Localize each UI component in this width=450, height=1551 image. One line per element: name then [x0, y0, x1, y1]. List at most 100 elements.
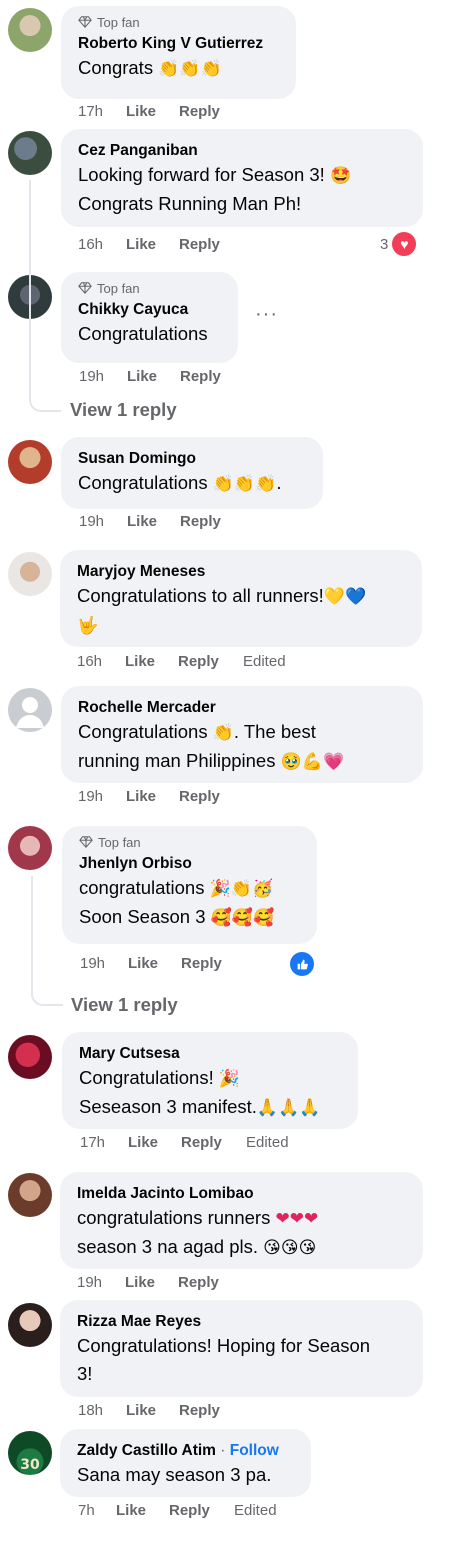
- timestamp[interactable]: 7h: [78, 1502, 116, 1519]
- like-reaction-icon[interactable]: [288, 950, 316, 978]
- reply-button[interactable]: Reply: [180, 513, 245, 530]
- like-button[interactable]: Like: [125, 653, 178, 670]
- timestamp[interactable]: 17h: [78, 103, 126, 120]
- like-button[interactable]: Like: [126, 103, 179, 120]
- party-emoji: 🎉👏🥳: [209, 879, 274, 899]
- reply-button[interactable]: Reply: [178, 1274, 243, 1291]
- avatar[interactable]: [8, 826, 52, 870]
- reply-button[interactable]: Reply: [179, 1402, 244, 1419]
- comment-actions: 16h Like Reply: [78, 236, 244, 253]
- like-button[interactable]: Like: [126, 788, 179, 805]
- comment-actions: 7h Like Reply Edited: [78, 1502, 277, 1519]
- comment-author[interactable]: Imelda Jacinto Lomibao: [77, 1184, 407, 1204]
- comment-actions: 19h Like Reply: [80, 955, 246, 972]
- reply-button[interactable]: Reply: [179, 788, 244, 805]
- comment-author[interactable]: Rochelle Mercader: [78, 698, 407, 718]
- comment-author[interactable]: Maryjoy Meneses: [77, 562, 406, 582]
- svg-text:30: 30: [20, 1457, 40, 1473]
- comment-author[interactable]: Cez Panganiban: [78, 141, 407, 161]
- love-you-gesture-emoji: 🤟: [77, 616, 99, 636]
- reply-button[interactable]: Reply: [180, 368, 245, 385]
- comment-author[interactable]: Jhenlyn Orbiso: [79, 854, 301, 874]
- avatar[interactable]: [8, 8, 52, 52]
- avatar[interactable]: [8, 1173, 52, 1217]
- top-fan-badge: Top fan: [78, 279, 222, 297]
- timestamp[interactable]: 19h: [78, 788, 126, 805]
- comment-bubble: Mary Cutsesa Congratulations! 🎉 Seseason…: [62, 1032, 358, 1129]
- like-button[interactable]: Like: [127, 513, 180, 530]
- comment-bubble: Zaldy Castillo Atim · Follow Sana may se…: [60, 1429, 311, 1497]
- reply-button[interactable]: Reply: [181, 1134, 246, 1151]
- timestamp[interactable]: 19h: [80, 955, 128, 972]
- thread-line: [31, 876, 33, 996]
- timestamp[interactable]: 16h: [78, 236, 126, 253]
- edited-label[interactable]: Edited: [246, 1134, 289, 1151]
- avatar[interactable]: [8, 1303, 52, 1347]
- comment-author[interactable]: Zaldy Castillo Atim: [77, 1442, 216, 1459]
- reply-button[interactable]: Reply: [178, 653, 243, 670]
- view-replies-link[interactable]: View 1 reply: [71, 994, 178, 1016]
- comment-author[interactable]: Mary Cutsesa: [79, 1044, 342, 1064]
- pray-emoji: 🙏🙏🙏: [256, 1098, 321, 1118]
- follow-button[interactable]: Follow: [230, 1442, 279, 1459]
- edited-label[interactable]: Edited: [243, 653, 286, 670]
- comment-actions: 16h Like Reply Edited: [77, 653, 286, 670]
- pleading-face-emoji: 🥹💪💗: [280, 752, 345, 772]
- view-replies-link[interactable]: View 1 reply: [70, 399, 177, 421]
- comment-text: Congratulations to all runners!💛💙 🤟: [77, 585, 367, 636]
- comment-actions: 19h Like Reply: [78, 788, 244, 805]
- reply-button[interactable]: Reply: [179, 103, 244, 120]
- diamond-icon: [78, 16, 92, 29]
- timestamp[interactable]: 16h: [77, 653, 125, 670]
- comment-bubble: Top fan Chikky Cayuca Congratulations: [61, 272, 238, 363]
- reaction-summary[interactable]: 3 ♥: [380, 230, 419, 258]
- comment-text: Congrats 👏👏👏: [78, 57, 222, 79]
- comment-author[interactable]: Rizza Mae Reyes: [77, 1312, 407, 1332]
- comment-author[interactable]: Roberto King V Gutierrez: [78, 34, 280, 54]
- comment-text: Congratulations! Hoping for Season 3!: [77, 1335, 371, 1384]
- reply-button[interactable]: Reply: [181, 955, 246, 972]
- comment-author[interactable]: Susan Domingo: [78, 449, 307, 469]
- comment-text: Congratulations 👏. The best running man …: [78, 721, 345, 772]
- comment-author[interactable]: Chikky Cayuca: [78, 300, 222, 320]
- smiling-hearts-emoji: 🥰🥰🥰: [210, 908, 275, 928]
- timestamp[interactable]: 19h: [77, 1274, 125, 1291]
- heart-emoji: 💛💙: [323, 587, 367, 607]
- comment-text: congratulations runners ❤❤❤ season 3 na …: [77, 1207, 319, 1258]
- comment-actions: 17h Like Reply Edited: [80, 1134, 289, 1151]
- comment-bubble: Imelda Jacinto Lomibao congratulations r…: [60, 1172, 423, 1269]
- comment-actions: 19h Like Reply: [79, 513, 245, 530]
- avatar[interactable]: [8, 131, 52, 175]
- like-button[interactable]: Like: [128, 1134, 181, 1151]
- reply-button[interactable]: Reply: [169, 1502, 234, 1519]
- like-button[interactable]: Like: [128, 955, 181, 972]
- comment-bubble: Maryjoy Meneses Congratulations to all r…: [60, 550, 422, 647]
- thread-line: [29, 260, 31, 400]
- like-button[interactable]: Like: [116, 1502, 169, 1519]
- comment-actions: 19h Like Reply: [77, 1274, 243, 1291]
- edited-label[interactable]: Edited: [234, 1502, 277, 1519]
- avatar[interactable]: [8, 552, 52, 596]
- timestamp[interactable]: 19h: [79, 368, 127, 385]
- jersey-30-avatar: 30: [20, 1457, 40, 1473]
- timestamp[interactable]: 17h: [80, 1134, 128, 1151]
- avatar[interactable]: [8, 1035, 52, 1079]
- avatar[interactable]: [8, 688, 52, 732]
- like-button[interactable]: Like: [126, 236, 179, 253]
- red-heart-emoji: ❤❤❤: [275, 1209, 319, 1229]
- like-button[interactable]: Like: [127, 368, 180, 385]
- heart-icon: ♥: [390, 230, 419, 258]
- top-fan-badge: Top fan: [79, 833, 301, 851]
- comment-actions: 18h Like Reply: [78, 1402, 244, 1419]
- clap-emoji: 👏👏👏.: [212, 474, 282, 494]
- timestamp[interactable]: 18h: [78, 1402, 126, 1419]
- like-button[interactable]: Like: [126, 1402, 179, 1419]
- avatar[interactable]: [8, 440, 52, 484]
- timestamp[interactable]: 19h: [79, 513, 127, 530]
- more-options-icon[interactable]: ···: [255, 303, 278, 326]
- reply-button[interactable]: Reply: [179, 236, 244, 253]
- like-button[interactable]: Like: [125, 1274, 178, 1291]
- comment-actions: 19h Like Reply: [79, 368, 245, 385]
- comment-bubble: Top fan Roberto King V Gutierrez Congrat…: [61, 6, 296, 99]
- avatar[interactable]: 30: [8, 1431, 52, 1475]
